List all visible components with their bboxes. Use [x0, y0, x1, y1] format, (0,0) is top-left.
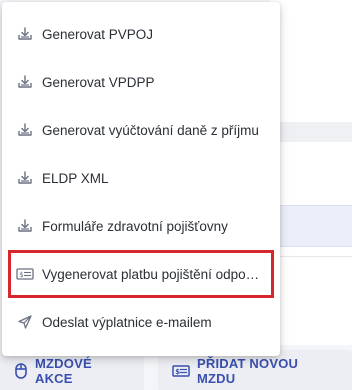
mzdove-akce-button[interactable]: MZDOVÉ AKCE — [0, 350, 144, 390]
menu-item-label: Generovat VPDPP — [42, 74, 155, 90]
menu-item-formulare-zdravotni[interactable]: Formuláře zdravotní pojišťovny — [2, 202, 280, 250]
download-tray-icon — [16, 217, 34, 235]
menu-item-vygenerovat-platbu[interactable]: $ Vygenerovat platbu pojištění odpo… — [8, 250, 274, 298]
mzdove-akce-label: MZDOVÉ AKCE — [35, 356, 92, 386]
download-tray-icon — [16, 25, 34, 43]
menu-item-odeslat-vyplatnice[interactable]: Odeslat výplatnice e-mailem — [2, 298, 280, 346]
svg-text:$: $ — [19, 271, 23, 279]
menu-item-label: Generovat PVPOJ — [42, 26, 154, 42]
mouse-icon — [15, 363, 27, 379]
download-tray-icon — [16, 121, 34, 139]
menu-item-label: Formuláře zdravotní pojišťovny — [42, 218, 228, 234]
menu-item-label: Odeslat výplatnice e-mailem — [42, 314, 212, 330]
menu-item-eldp-xml[interactable]: ELDP XML — [2, 154, 280, 202]
menu-item-label: Generovat vyúčtování daně z příjmu — [42, 122, 259, 138]
download-tray-icon — [16, 169, 34, 187]
menu-item-label: ELDP XML — [42, 170, 109, 186]
money-note-icon: $ — [172, 365, 190, 377]
send-icon — [16, 313, 34, 331]
background-band — [270, 122, 352, 142]
background-divider — [270, 256, 352, 257]
pridat-novou-mzdu-label: PŘIDAT NOVOU MZDU — [197, 356, 299, 386]
background-selected-row — [270, 205, 352, 247]
page: MZDOVÉ AKCE $ PŘIDAT NOVOU MZDU Generova… — [0, 0, 352, 390]
download-tray-icon — [16, 73, 34, 91]
menu-item-label: Vygenerovat platbu pojištění odpo… — [42, 266, 260, 282]
svg-text:$: $ — [175, 368, 180, 376]
menu-item-generovat-pvpoj[interactable]: Generovat PVPOJ — [2, 10, 280, 58]
menu-item-generovat-vyuctovani[interactable]: Generovat vyúčtování daně z příjmu — [2, 106, 280, 154]
money-note-icon: $ — [16, 265, 34, 283]
background-panel — [270, 0, 352, 345]
mzdove-akce-menu: Generovat PVPOJ Generovat VPDPP Generova… — [2, 2, 280, 356]
pridat-novou-mzdu-button[interactable]: $ PŘIDAT NOVOU MZDU — [158, 350, 352, 390]
menu-item-generovat-vpdpp[interactable]: Generovat VPDPP — [2, 58, 280, 106]
